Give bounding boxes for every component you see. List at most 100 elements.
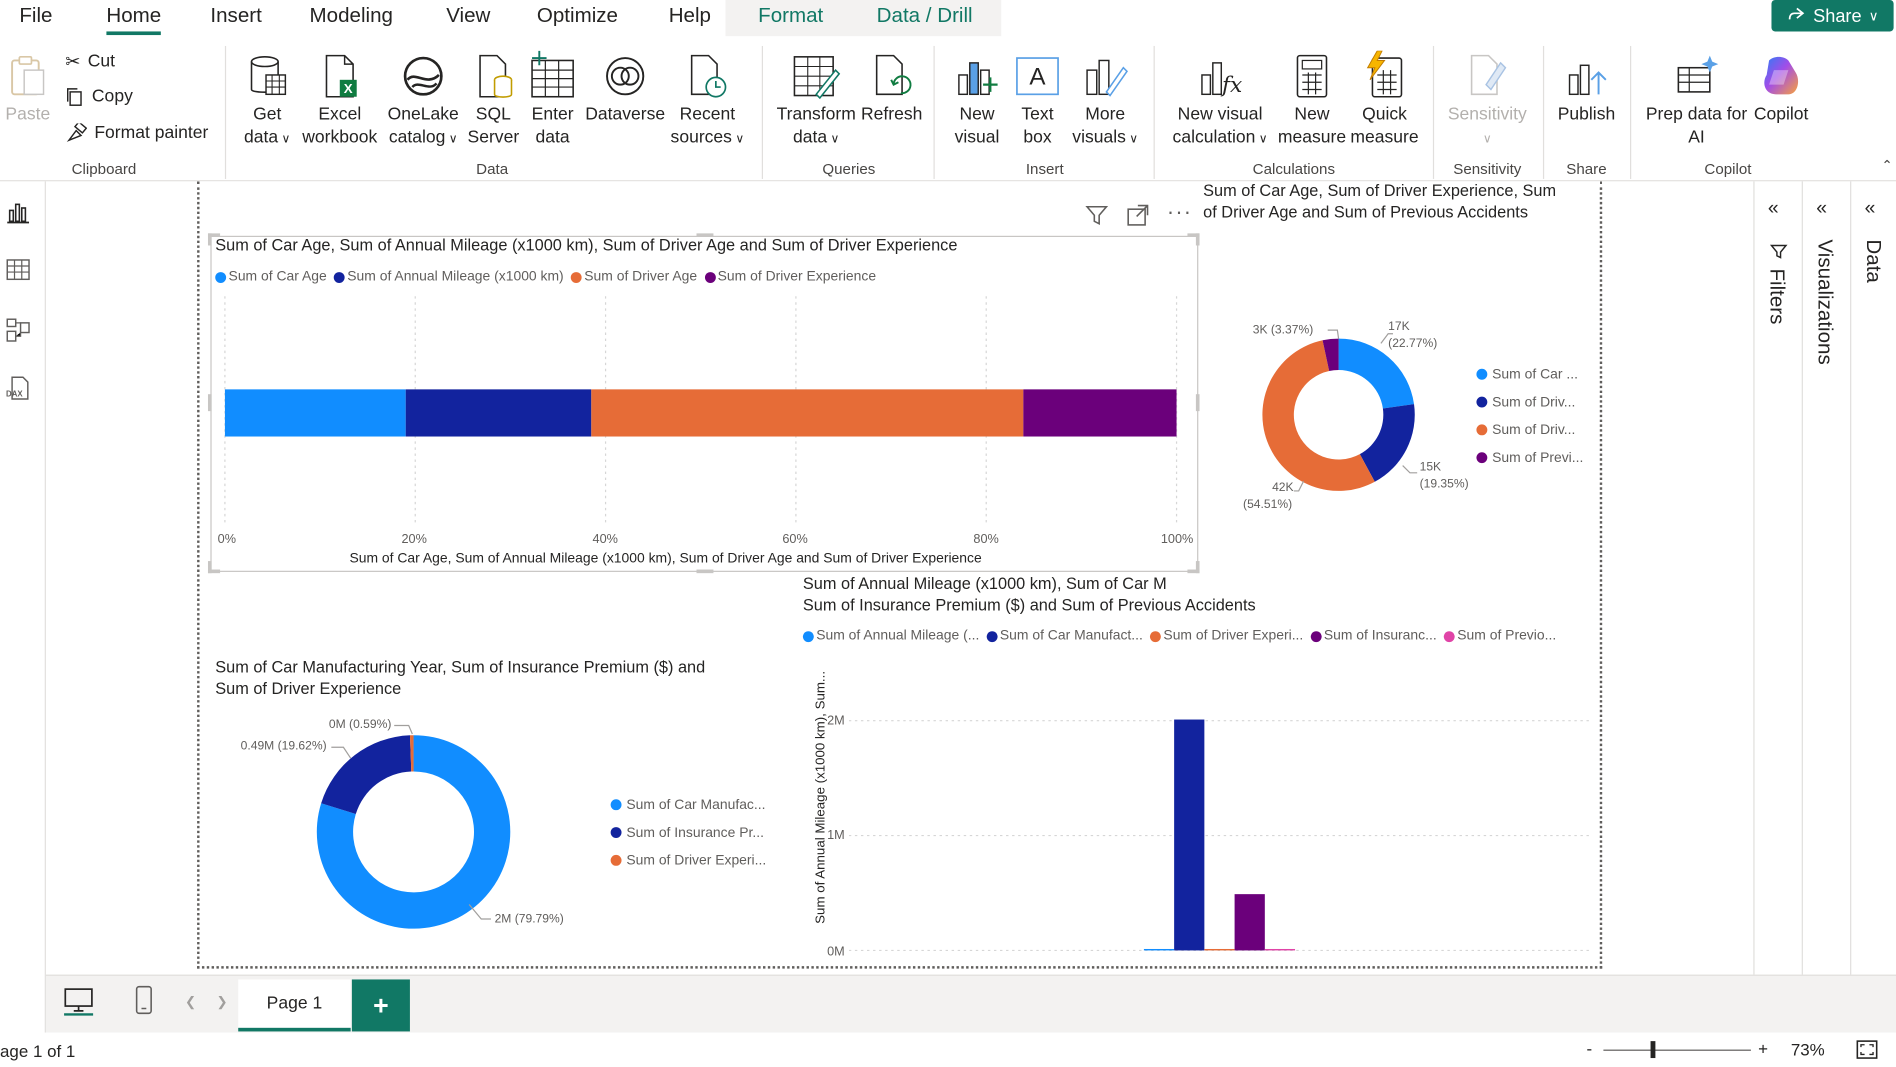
format-painter-button[interactable]: Format painter	[65, 123, 208, 143]
copilot-button[interactable]: Copilot	[1741, 53, 1821, 127]
tab-view[interactable]: View	[446, 4, 490, 28]
legend-item[interactable]: Sum of Car Manufact...	[986, 629, 1143, 643]
new-visual-button[interactable]: New visual	[950, 53, 1003, 150]
legend-item[interactable]: Sum of Driver Age	[570, 270, 697, 284]
legend-item[interactable]: Sum of Car Manufac...	[610, 791, 767, 819]
text-box-button[interactable]: A Text box	[1011, 53, 1064, 150]
legend-item[interactable]: Sum of Driver Experience	[704, 270, 876, 284]
copilot-icon	[1764, 56, 1799, 95]
column-bar[interactable]	[1143, 948, 1175, 951]
new-visual-line1: New	[959, 105, 995, 125]
refresh-button[interactable]: Refresh	[861, 53, 922, 127]
legend-item[interactable]: Sum of Previo...	[1443, 629, 1556, 643]
data-label: (54.51%)	[1243, 498, 1293, 512]
legend-item[interactable]: Sum of Driver Experi...	[610, 846, 766, 874]
tab-home[interactable]: Home	[106, 4, 162, 36]
bar-segment[interactable]	[591, 389, 1024, 437]
collapse-ribbon-chevron-icon[interactable]: ⌃	[1882, 157, 1893, 173]
visualizations-pane[interactable]: « Visualizations	[1801, 181, 1851, 975]
recent-sources-button[interactable]: Recent sources ∨	[667, 53, 747, 151]
bar-segment[interactable]	[1023, 389, 1177, 437]
publish-button[interactable]: Publish	[1553, 53, 1621, 127]
report-view-icon[interactable]	[5, 198, 32, 225]
column-bar[interactable]	[1174, 719, 1205, 951]
resize-handle[interactable]	[1195, 394, 1200, 412]
dataverse-button[interactable]: Dataverse	[585, 53, 665, 127]
legend-item[interactable]: Sum of Car ...	[1476, 360, 1583, 388]
resize-handle[interactable]	[207, 561, 212, 574]
legend-item[interactable]: Sum of Car Age	[215, 270, 327, 284]
tab-file[interactable]: File	[19, 4, 52, 28]
focus-mode-icon[interactable]	[1126, 203, 1150, 227]
cut-button[interactable]: ✂ Cut	[65, 51, 115, 73]
paste-button[interactable]: Paste	[2, 53, 53, 127]
tab-format[interactable]: Format	[758, 4, 823, 28]
sensitivity-button[interactable]: Sensitivity ∨	[1444, 53, 1531, 151]
legend-item[interactable]: Sum of Insuranc...	[1310, 629, 1437, 643]
model-view-icon[interactable]	[5, 317, 32, 344]
filters-pane[interactable]: « Filters	[1753, 181, 1802, 975]
dax-query-view-icon[interactable]: DAX	[5, 375, 32, 402]
get-data-button[interactable]: Get data ∨	[237, 53, 297, 151]
add-page-button[interactable]: +	[351, 979, 410, 1032]
resize-handle[interactable]	[696, 569, 714, 574]
legend-item[interactable]: Sum of Driv...	[1476, 388, 1583, 416]
zoom-slider-thumb[interactable]	[1650, 1041, 1656, 1059]
filter-icon[interactable]	[1085, 203, 1109, 227]
resize-handle[interactable]	[207, 233, 212, 246]
collapse-chevron-icon[interactable]: «	[1768, 198, 1779, 220]
new-visual-calculation-button[interactable]: fx New visual calculation ∨	[1168, 53, 1272, 151]
mobile-layout-icon[interactable]	[133, 984, 155, 1015]
zoom-in-button[interactable]: +	[1758, 1039, 1768, 1058]
tab-page-1[interactable]: Page 1	[238, 979, 351, 1032]
legend-item[interactable]: Sum of Driv...	[1476, 416, 1583, 444]
legend-item[interactable]: Sum of Previ...	[1476, 444, 1583, 472]
bar-segment[interactable]	[224, 389, 406, 437]
collapse-chevron-icon[interactable]: «	[1865, 198, 1876, 220]
fit-to-page-icon[interactable]	[1855, 1037, 1879, 1061]
bar-segment[interactable]	[405, 389, 592, 437]
share-button[interactable]: Share ∨	[1771, 0, 1894, 32]
excel-line1: Excel	[318, 105, 362, 125]
legend-item[interactable]: Sum of Driver Experi...	[1150, 629, 1303, 643]
tab-insert[interactable]: Insert	[210, 4, 261, 28]
resize-handle[interactable]	[207, 394, 212, 412]
tab-optimize[interactable]: Optimize	[537, 4, 618, 28]
desktop-layout-icon[interactable]	[63, 987, 94, 1016]
zoom-out-button[interactable]: -	[1586, 1039, 1592, 1058]
tab-help[interactable]: Help	[669, 4, 711, 28]
onelake-line2: catalog	[388, 128, 446, 148]
excel-line2: workbook	[302, 128, 378, 148]
tab-data-drill[interactable]: Data / Drill	[877, 4, 973, 28]
excel-workbook-button[interactable]: X Excel workbook	[300, 53, 380, 150]
chevron-right-icon[interactable]: ❯	[216, 994, 227, 1010]
collapse-chevron-icon[interactable]: «	[1816, 198, 1827, 220]
legend-item[interactable]: Sum of Annual Mileage (...	[802, 629, 979, 643]
column-bar[interactable]	[1264, 948, 1296, 951]
quick-measure-button[interactable]: Quick measure	[1349, 50, 1419, 150]
data-label: 2M (79.79%)	[494, 912, 564, 927]
dataverse-icon	[606, 57, 645, 96]
enter-data-button[interactable]: Enter data	[527, 50, 578, 150]
column-bar[interactable]	[1234, 894, 1265, 951]
transform-data-button[interactable]: Transform data ∨	[774, 53, 859, 151]
zoom-level[interactable]: 73%	[1791, 1040, 1825, 1059]
legend-item[interactable]: Sum of Insurance Pr...	[610, 819, 767, 847]
data-pane[interactable]: « Data	[1850, 181, 1896, 975]
more-visuals-button[interactable]: More visuals ∨	[1071, 53, 1139, 151]
copy-button[interactable]: Copy	[65, 87, 133, 106]
onelake-catalog-button[interactable]: OneLake catalog ∨	[385, 53, 462, 151]
column-bar[interactable]	[1204, 948, 1235, 951]
new-measure-button[interactable]: New measure	[1277, 53, 1347, 150]
more-options-icon[interactable]: ···	[1167, 201, 1192, 227]
legend-item[interactable]: Sum of Annual Mileage (x1000 km)	[333, 270, 564, 284]
leader-line	[1402, 465, 1418, 474]
sql-server-button[interactable]: SQL Server	[467, 53, 520, 150]
chevron-left-icon[interactable]: ❮	[185, 994, 196, 1010]
resize-handle[interactable]	[1195, 233, 1200, 246]
prep-data-for-ai-button[interactable]: Prep data for AI	[1640, 53, 1754, 150]
tab-modeling[interactable]: Modeling	[310, 4, 393, 28]
resize-handle[interactable]	[1195, 561, 1200, 574]
table-view-icon[interactable]	[5, 256, 32, 283]
zoom-slider-track[interactable]	[1603, 1049, 1751, 1051]
